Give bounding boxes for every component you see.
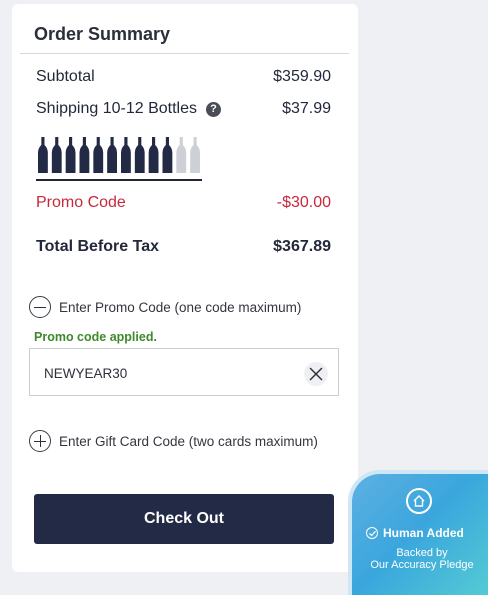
promo-code-toggle[interactable]: Enter Promo Code (one code maximum) [29,296,301,318]
subtotal-label: Subtotal [36,68,95,85]
bottle-indicator-underline [36,179,202,181]
promo-discount-value: -$30.00 [276,194,331,211]
divider [20,53,349,54]
bottle-filled [107,137,117,173]
shipping-value: $37.99 [282,100,331,117]
total-label: Total Before Tax [36,238,159,255]
total-row: Total Before Tax $367.89 [36,238,331,256]
shipping-row: Shipping 10-12 Bottles ? $37.99 [36,100,331,118]
order-summary-card: Order Summary Subtotal $359.90 Shipping … [12,4,358,572]
subtotal-value: $359.90 [273,68,331,85]
checkout-button[interactable]: Check Out [34,494,334,544]
order-summary-title: Order Summary [34,24,171,44]
gift-card-toggle-label[interactable]: Enter Gift Card Code (two cards maximum) [59,434,318,449]
bottle-indicator [36,135,202,181]
bottle-filled [148,137,159,173]
promo-toggle-label[interactable]: Enter Promo Code (one code maximum) [59,300,301,315]
check-icon [366,527,378,539]
bottle-filled [79,137,90,173]
promo-label: Promo Code [36,194,126,211]
clear-promo-button[interactable] [304,362,328,386]
accuracy-pledge-badge[interactable]: Human Added Backed by Our Accuracy Pledg… [348,470,488,595]
home-icon [406,488,432,514]
promo-code-value[interactable]: NEWYEAR30 [44,366,127,381]
bottle-filled [65,137,76,173]
human-added-row: Human Added [366,526,464,540]
minus-icon[interactable] [29,296,51,318]
bottle-empty [176,137,187,173]
shipping-label: Shipping 10-12 Bottles [36,100,197,117]
plus-icon[interactable] [29,430,51,452]
subtotal-row: Subtotal $359.90 [36,68,331,86]
bottle-filled [93,137,104,173]
promo-applied-message: Promo code applied. [34,330,157,344]
close-icon [309,367,323,381]
bottle-filled [121,137,131,173]
help-icon[interactable]: ? [206,101,221,117]
promo-code-field[interactable]: NEWYEAR30 [29,348,339,396]
bottle-filled [51,137,62,173]
promo-row: Promo Code -$30.00 [36,194,331,212]
gift-card-toggle[interactable]: Enter Gift Card Code (two cards maximum) [29,430,318,452]
human-added-label: Human Added [383,526,464,540]
bottle-filled [134,137,145,173]
badge-line-2: Our Accuracy Pledge [370,559,474,571]
bottle-filled [38,137,48,173]
badge-line-1: Backed by [396,547,448,559]
bottle-filled [162,137,173,173]
total-value: $367.89 [273,238,331,255]
bottle-empty [190,137,200,173]
